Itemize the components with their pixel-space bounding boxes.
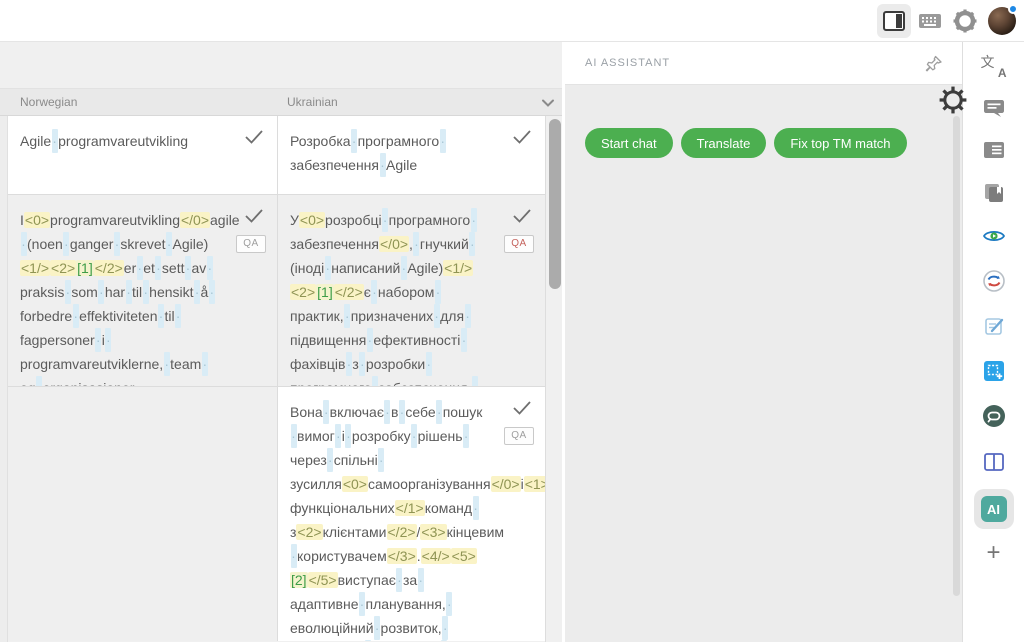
- pin-icon[interactable]: [924, 54, 944, 74]
- segment-table: Agile·programvareutvikling Розробка·прог…: [8, 116, 545, 642]
- revisions-icon[interactable]: [981, 268, 1007, 294]
- app-window: Norwegian Ukrainian Agile·programvareutv…: [0, 0, 1024, 642]
- add-icon[interactable]: +: [981, 540, 1007, 566]
- source-segment-text: Agile·programvareutvikling: [20, 129, 221, 153]
- segment-row: I<0>programvareutvikling</0>agile·(noen·…: [8, 195, 545, 387]
- ai-assistant-panel: AI ASSISTANT Start chat Translate Fix to…: [565, 42, 962, 642]
- segment-row: Вона·включає·в·себе·пошук·вимог·і·розроб…: [8, 387, 545, 641]
- target-segment-text: Розробка·програмного·забезпечення·Agile: [290, 129, 489, 177]
- notification-dot: [1008, 4, 1018, 14]
- source-segment-cell[interactable]: [8, 387, 277, 641]
- target-segment-cell[interactable]: Розробка·програмного·забезпечення·Agile: [277, 116, 545, 194]
- confirmed-check-icon[interactable]: [511, 128, 533, 146]
- target-segment-cell[interactable]: У<0>розробці·програмного·забезпечення</0…: [277, 195, 545, 386]
- ai-assistant-header: AI ASSISTANT: [565, 42, 962, 85]
- target-segment-text: Вона·включає·в·себе·пошук·вимог·і·розроб…: [290, 400, 489, 641]
- source-segment-cell[interactable]: I<0>programvareutvikling</0>agile·(noen·…: [8, 195, 277, 386]
- qa-badge[interactable]: QA: [236, 235, 266, 253]
- confirmed-check-icon[interactable]: [511, 207, 533, 225]
- glossary-icon[interactable]: [981, 403, 1007, 429]
- confirmed-check-icon[interactable]: [243, 207, 265, 225]
- source-language-label: Norwegian: [20, 89, 77, 115]
- qa-badge[interactable]: QA: [504, 235, 534, 253]
- target-language-label: Ukrainian: [287, 89, 338, 115]
- preview-icon[interactable]: [981, 223, 1007, 249]
- translate-button[interactable]: Translate: [681, 128, 767, 158]
- top-bar: [0, 0, 1024, 42]
- comments-icon[interactable]: [981, 95, 1007, 121]
- ai-assistant-title: AI ASSISTANT: [585, 42, 670, 85]
- notes-icon[interactable]: [981, 313, 1007, 339]
- panel-layout-glyph: [882, 10, 906, 32]
- target-segment-cell[interactable]: Вона·включає·в·себе·пошук·вимог·і·розроб…: [277, 387, 545, 641]
- translate-icon[interactable]: 文A: [981, 53, 1007, 79]
- ai-settings-gear-icon[interactable]: [939, 86, 967, 114]
- keyboard-icon[interactable]: [916, 9, 944, 33]
- start-chat-button[interactable]: Start chat: [585, 128, 673, 158]
- settings-gear-icon[interactable]: [952, 8, 978, 34]
- column-header-row: Norwegian Ukrainian: [0, 88, 562, 116]
- panel-layout-icon[interactable]: [877, 4, 911, 38]
- ai-quick-actions: Start chat Translate Fix top TM match: [585, 128, 907, 158]
- fix-top-tm-match-button[interactable]: Fix top TM match: [774, 128, 906, 158]
- source-segment-text: I<0>programvareutvikling</0>agile·(noen·…: [20, 208, 221, 386]
- editor-scrollbar-thumb[interactable]: [549, 119, 561, 289]
- source-segment-cell[interactable]: Agile·programvareutvikling: [8, 116, 277, 194]
- translation-memory-icon[interactable]: [981, 180, 1007, 206]
- segment-margin-strip: [0, 116, 8, 642]
- editor-scrollbar[interactable]: [545, 116, 562, 642]
- target-segment-text: У<0>розробці·програмного·забезпечення</0…: [290, 208, 489, 386]
- split-view-icon[interactable]: [981, 449, 1007, 475]
- chevron-down-icon[interactable]: [540, 95, 556, 111]
- ai-assistant-icon[interactable]: AI: [974, 489, 1014, 529]
- segment-row: Agile·programvareutvikling Розробка·прог…: [8, 116, 545, 195]
- segment-card-icon[interactable]: [981, 137, 1007, 163]
- ai-panel-scrollbar[interactable]: [953, 116, 960, 596]
- ai-badge: AI: [981, 496, 1007, 522]
- confirmed-check-icon[interactable]: [243, 128, 265, 146]
- confirmed-check-icon[interactable]: [511, 399, 533, 417]
- qa-badge[interactable]: QA: [504, 427, 534, 445]
- tools-sidebar: 文A: [962, 42, 1024, 642]
- screenshot-icon[interactable]: [981, 358, 1007, 384]
- avatar[interactable]: [988, 7, 1016, 35]
- translation-editor: Norwegian Ukrainian Agile·programvareutv…: [0, 42, 562, 642]
